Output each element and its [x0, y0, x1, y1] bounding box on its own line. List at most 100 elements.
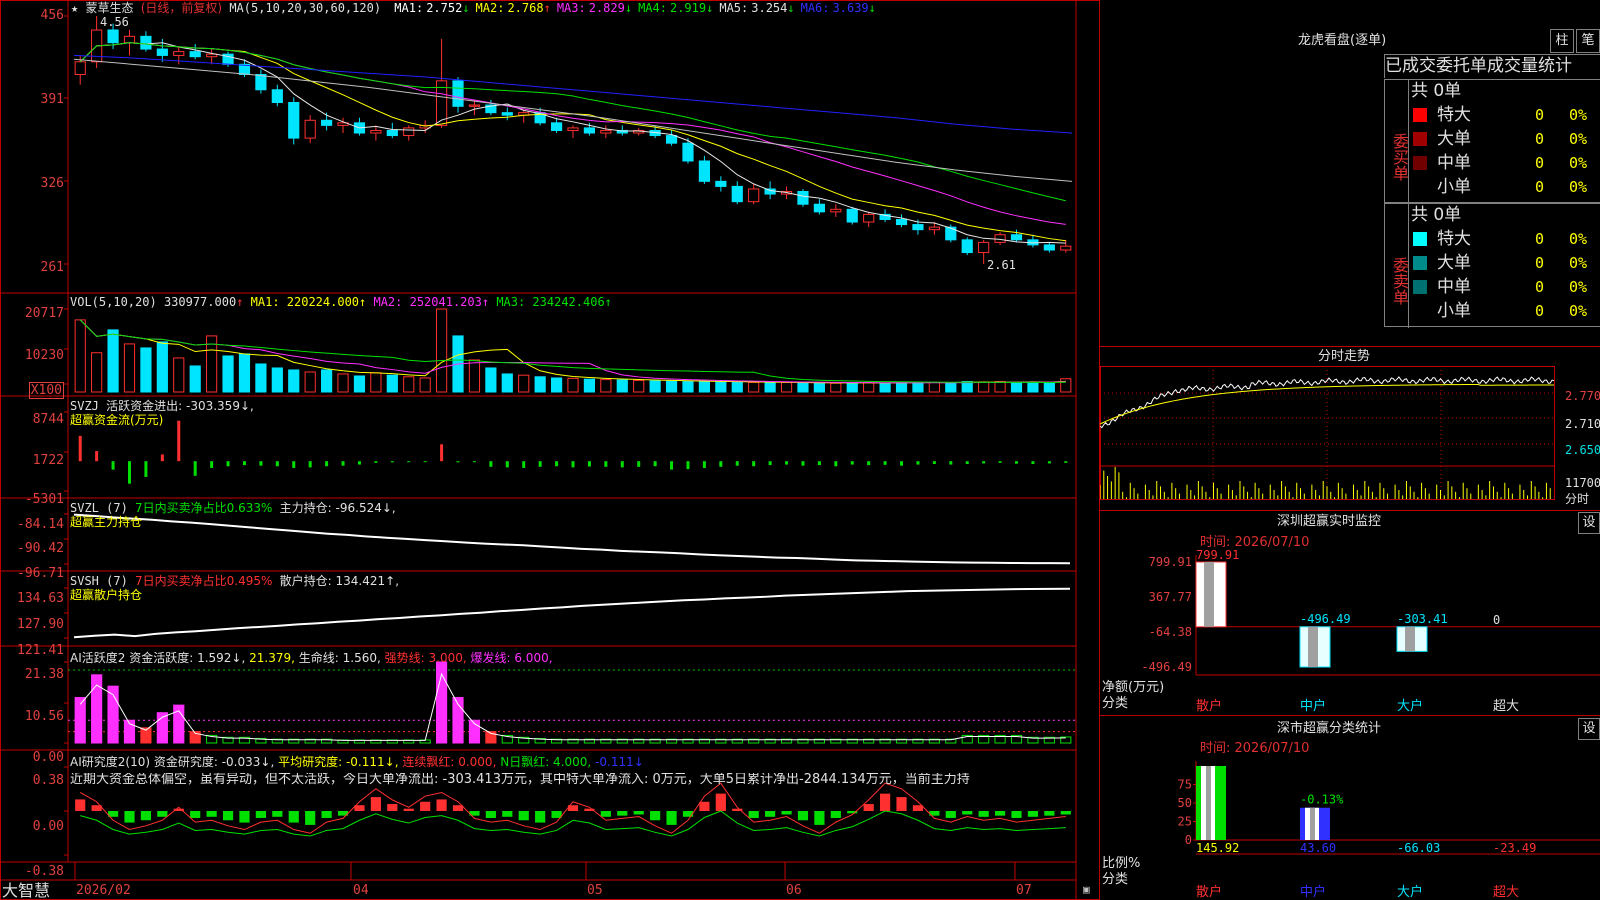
research-bar — [863, 804, 874, 811]
volume-bar — [403, 376, 415, 393]
research-bar — [387, 804, 398, 811]
intraday-y-tick: 2.650 — [1565, 443, 1600, 457]
classify-settings-button[interactable]: 设 — [1578, 718, 1600, 740]
tab-volume-stats[interactable]: 成交量统计 — [1487, 56, 1572, 76]
fund-flow-bar — [144, 461, 148, 477]
candle-body — [863, 213, 875, 223]
research-bar — [239, 811, 250, 823]
research-bar — [452, 805, 464, 811]
candle-body — [797, 191, 809, 205]
lock-icon[interactable]: ▣ — [1083, 883, 1090, 897]
research-bar — [288, 811, 299, 823]
fund-flow-bar — [308, 461, 312, 468]
tick-mode-button[interactable]: 笔 — [1576, 29, 1600, 53]
volume-bar — [107, 329, 119, 393]
fund-flow-bar — [1064, 461, 1068, 463]
order-percent: 0% — [1569, 106, 1588, 124]
volume-bar — [189, 365, 201, 393]
research-bar — [600, 811, 611, 817]
volume-bar — [386, 374, 398, 393]
classify-date: 时间: 2026/07/10 — [1200, 741, 1310, 756]
fund-flow-bar — [341, 461, 345, 466]
fund-flow-bar — [292, 461, 296, 468]
ai-active-header: AI活跃度2 资金活跃度: 1.592↓, 21.379, 生命线: 1.560… — [70, 651, 553, 665]
candle-body — [583, 127, 596, 134]
order-count: 0 — [1535, 230, 1545, 248]
volume-bar — [665, 380, 678, 393]
favorite-star-icon[interactable]: ★ — [71, 1, 78, 15]
classify-x-label: 分类 — [1102, 872, 1129, 887]
vol-y-tick: 20717 — [24, 306, 64, 321]
ma-item-3: MA3: 2.829↓ — [557, 1, 632, 15]
volume-bar — [994, 381, 1006, 393]
research-bar — [994, 811, 1006, 816]
order-size-label: 大单 — [1437, 253, 1471, 273]
fund-flow-bar — [226, 461, 230, 467]
monitor-value-label: -303.41 — [1397, 612, 1448, 626]
ma-values: MA1: 2.752↓ MA2: 2.768↑ MA3: 2.829↓ MA4: 2.919↓… — [388, 1, 876, 15]
fund-flow-bar — [604, 461, 608, 467]
research-bar — [715, 793, 726, 811]
chart-mode[interactable]: (日线，前复权) — [141, 1, 222, 15]
monitor-y-tick: 367.77 — [1149, 590, 1192, 604]
fund-flow-bar — [883, 461, 887, 465]
monitor-category-label: 散户 — [1196, 698, 1222, 714]
monitor-settings-button[interactable]: 设 — [1578, 512, 1600, 534]
order-count: 0 — [1535, 106, 1545, 124]
volume-bar — [698, 381, 711, 393]
order-size-label: 中单 — [1437, 277, 1471, 297]
research-bar — [502, 811, 513, 817]
vol-ma2: MA2: 252041.203↑ — [373, 295, 490, 309]
ma-dir: ↓ — [706, 1, 714, 15]
research-bar — [781, 811, 792, 815]
intraday-chart[interactable] — [1100, 366, 1600, 510]
ma-value: 2.752 — [426, 1, 463, 15]
research-bar — [157, 811, 168, 817]
svsh-panel-header: SVSH (7) 7日内买卖净占比0.495% 散户持仓: 134.421↑, — [70, 574, 399, 588]
intraday-vol-unit: 分时 — [1565, 492, 1590, 506]
research-bar — [912, 805, 924, 811]
research-bar — [140, 811, 152, 821]
fund-flow-bar — [374, 461, 378, 463]
research-bar — [945, 811, 956, 818]
stock-name[interactable]: 蒙草生态 — [85, 1, 133, 15]
svzj-name: SVZJ — [70, 399, 99, 413]
candle-body — [140, 35, 152, 50]
svsh-y-tick: 134.63 — [17, 591, 64, 606]
fund-flow-bar — [982, 461, 986, 464]
volume-bar — [173, 357, 185, 393]
research-bar — [633, 811, 644, 815]
volume-bar — [468, 359, 481, 393]
volume-bar — [928, 381, 940, 393]
volume-bar — [435, 308, 448, 393]
volume-bar — [895, 382, 908, 393]
volume-bar — [912, 381, 924, 393]
research-bar — [255, 811, 266, 818]
research-bar — [485, 811, 496, 818]
tab-orders[interactable]: 委托单 — [1436, 56, 1487, 76]
fund-flow-bar — [111, 461, 115, 470]
ma-label: MA3: — [556, 1, 586, 15]
ai-research-nred: N日飘红: 4.000, — [500, 755, 592, 769]
monitor-chart[interactable]: 799.91 367.77 -64.38 -496.49 799.91 散户 -496.49… — [1100, 550, 1600, 715]
classify-chart[interactable]: 75 50 25 0 145.92 散户 43.60 中户 -66.03 大户 -23.49 超大 -0… — [1100, 756, 1600, 900]
monitor-date: 时间: 2026/07/10 — [1200, 535, 1310, 550]
vol-dir: ↑ — [236, 295, 244, 309]
ma-dir: ↓ — [624, 1, 633, 15]
fund-flow-bar — [949, 461, 953, 465]
candle-body — [567, 127, 579, 131]
volume-bar — [353, 375, 366, 393]
brand-label[interactable]: 大智慧 — [2, 882, 50, 900]
ma-label: MA6: — [800, 1, 830, 15]
volume-bar — [583, 378, 596, 393]
sell-total: 共 0单 — [1411, 205, 1462, 225]
svzj-indicator: 活跃资金进出: -303.359↓, — [106, 399, 254, 413]
vol-value: 330977.000 — [163, 295, 237, 309]
research-bar — [1060, 811, 1071, 815]
candle-body — [304, 119, 316, 139]
bar-mode-button[interactable]: 柱 — [1550, 29, 1574, 53]
fund-flow-bar — [735, 461, 739, 466]
tab-traded[interactable]: 已成交 — [1385, 56, 1436, 76]
volume-bar — [140, 347, 152, 393]
order-size-label: 小单 — [1437, 301, 1471, 321]
